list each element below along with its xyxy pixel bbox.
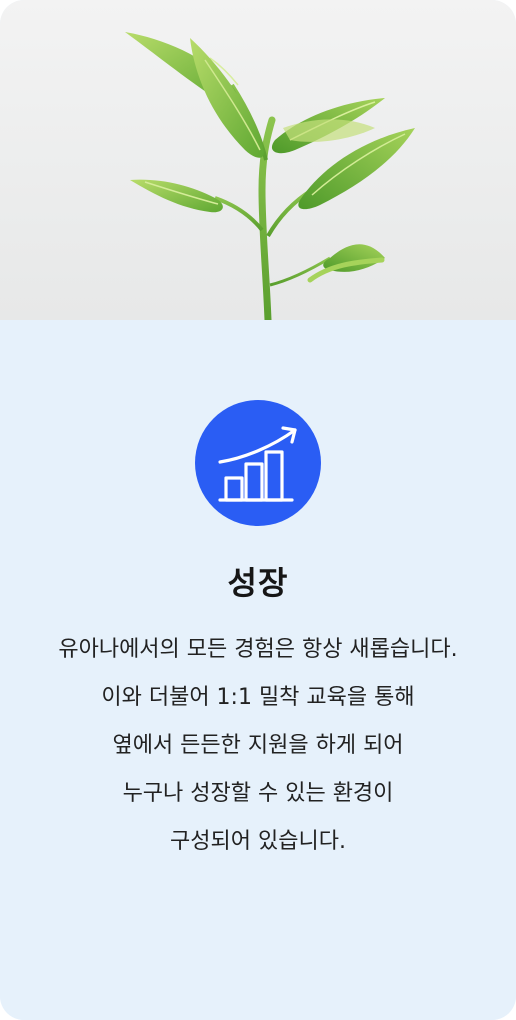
- plant-seedling-photo: [0, 0, 516, 320]
- card-title: 성장: [227, 564, 289, 602]
- growth-chart-icon: [195, 400, 321, 526]
- description-line: 유아나에서의 모든 경험은 항상 새롭습니다.: [58, 637, 458, 662]
- card-description: 유아나에서의 모든 경험은 항상 새롭습니다. 이와 더불어 1:1 밀착 교육…: [0, 626, 516, 866]
- description-line: 옆에서 든든한 지원을 하게 되어: [112, 733, 404, 758]
- description-line: 누구나 성장할 수 있는 환경이: [122, 781, 394, 806]
- description-line: 구성되어 있습니다.: [170, 829, 346, 854]
- description-line: 이와 더불어 1:1 밀착 교육을 통해: [101, 685, 415, 710]
- card-body: 성장 유아나에서의 모든 경험은 항상 새롭습니다. 이와 더불어 1:1 밀착…: [0, 320, 516, 1020]
- growth-card: 성장 유아나에서의 모든 경험은 항상 새롭습니다. 이와 더불어 1:1 밀착…: [0, 0, 516, 1020]
